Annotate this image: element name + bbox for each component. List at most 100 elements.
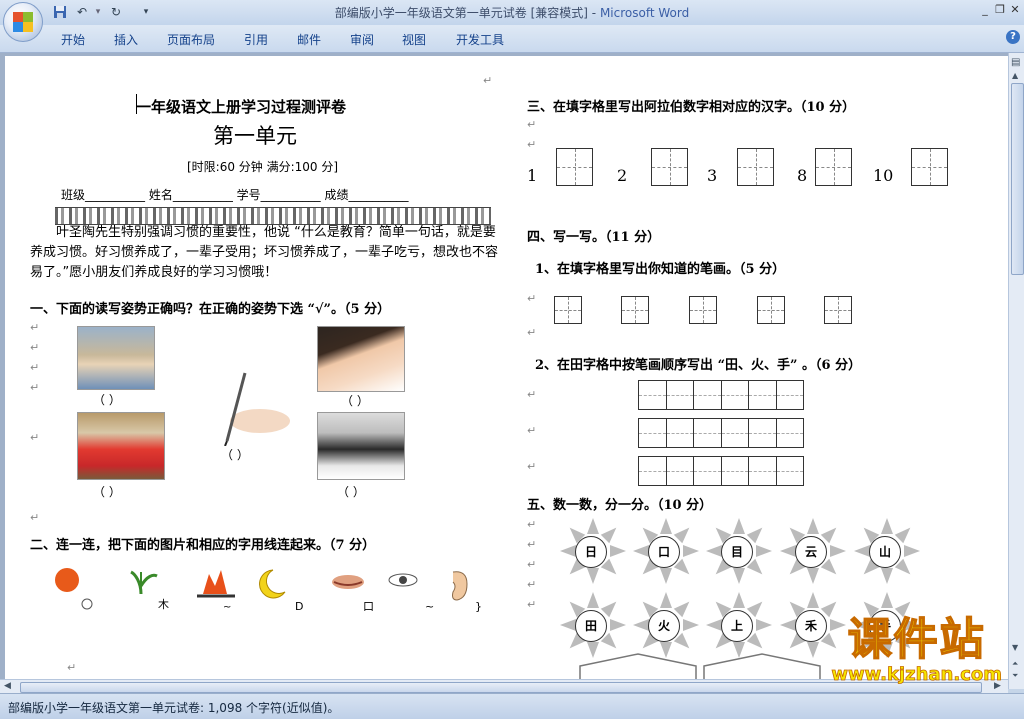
previous-page-icon[interactable]: ⏶ [1012, 659, 1018, 669]
answer-paren-1: （ ） [93, 393, 121, 407]
sun-ray [733, 592, 745, 608]
number-3: 3 [707, 166, 718, 185]
scroll-down-icon[interactable]: ▼ [1012, 643, 1018, 652]
watermark-logo: 课件站 www.kjzhan.com [831, 615, 1002, 686]
writing-box-5[interactable] [911, 148, 948, 186]
sun-ray [660, 518, 672, 534]
document-area: 一年级语文上册学习过程测评卷 第一单元 [时限:60 分钟 满分:100 分] … [0, 53, 1008, 679]
svg-text:~: ~ [425, 600, 434, 613]
tab-page-layout[interactable]: 页面布局 [167, 31, 215, 48]
paragraph-mark: ↵ [527, 424, 537, 437]
sun-ray [756, 619, 772, 631]
sun-ray [881, 592, 893, 608]
paragraph-mark: ↵ [527, 138, 537, 151]
sun-ray [560, 619, 576, 631]
tab-home[interactable]: 开始 [61, 31, 85, 48]
tab-view[interactable]: 视图 [402, 31, 426, 48]
sun-char-label: 火 [648, 610, 680, 642]
app-name: Microsoft Word [599, 6, 690, 20]
tab-references[interactable]: 引用 [244, 31, 268, 48]
sun-ray [673, 597, 694, 618]
sun-char-label: 禾 [795, 610, 827, 642]
tab-review[interactable]: 审阅 [350, 31, 374, 48]
paragraph-mark: ↵ [30, 511, 40, 524]
sun-char-1: 日 [557, 518, 626, 584]
question-3: 三、在填字格里写出阿拉伯数字相对应的汉字。（10 分） [527, 100, 856, 115]
posture-photo-1 [77, 326, 155, 390]
sun-ray [881, 568, 893, 584]
grid-row-huo[interactable] [638, 418, 804, 448]
student-info-line: 班级__________ 姓名__________ 学号__________ 成… [61, 188, 409, 202]
grid-row-shou[interactable] [638, 456, 804, 486]
category-box-1 [578, 652, 698, 679]
paragraph-mark: ↵ [527, 578, 537, 591]
sun-char-label: 田 [575, 610, 607, 642]
sun-ray [610, 545, 626, 557]
sun-char-7: 火 [630, 592, 699, 658]
svg-text:木: 木 [158, 598, 169, 611]
sun-ray [587, 568, 599, 584]
close-icon[interactable]: ✕ [1006, 2, 1024, 18]
office-button[interactable] [3, 2, 43, 42]
sun-ray [780, 545, 796, 557]
sun-ray [673, 523, 694, 544]
sun-ray [683, 545, 699, 557]
window-title: 部编版小学一年级语文第一单元试卷 [兼容模式] - Microsoft Word [334, 6, 690, 20]
paragraph-mark: ↵ [67, 661, 77, 674]
sun-ray [756, 545, 772, 557]
stroke-box-2[interactable] [621, 296, 649, 324]
paragraph-mark: ↵ [527, 598, 537, 611]
tab-developer[interactable]: 开发工具 [456, 31, 504, 48]
scroll-thumb[interactable] [1011, 83, 1024, 275]
stroke-box-3[interactable] [689, 296, 717, 324]
grid-row-tian[interactable] [638, 380, 804, 410]
stroke-box-4[interactable] [757, 296, 785, 324]
sun-ray [894, 558, 915, 579]
paragraph-mark: ↵ [483, 74, 493, 87]
sun-ray [830, 545, 846, 557]
paragraph-mark: ↵ [30, 341, 40, 354]
status-bar: 部编版小学一年级语文第一单元试卷: 1,098 个字符(近似值)。 [0, 693, 1024, 719]
sun-ray [780, 619, 796, 631]
writing-box-4[interactable] [815, 148, 852, 186]
ruler-toggle-icon[interactable]: ▤ [1011, 57, 1020, 68]
next-page-icon[interactable]: ⏷ [1012, 671, 1018, 681]
document-page[interactable]: 一年级语文上册学习过程测评卷 第一单元 [时限:60 分钟 满分:100 分] … [5, 56, 1008, 679]
posture-photo-3 [77, 412, 165, 480]
doc-title: 一年级语文上册学习过程测评卷 [136, 98, 347, 116]
sun-char-8: 上 [703, 592, 772, 658]
writing-box-3[interactable] [737, 148, 774, 186]
tab-insert[interactable]: 插入 [114, 31, 138, 48]
question-2: 二、连一连，把下面的图片和相应的字用线连起来。（7 分） [30, 538, 376, 553]
writing-box-2[interactable] [651, 148, 688, 186]
sun-char-2: 口 [630, 518, 699, 584]
scroll-left-icon[interactable]: ◀ [4, 681, 11, 691]
paragraph-mark: ↵ [527, 292, 537, 305]
tab-mailings[interactable]: 邮件 [297, 31, 321, 48]
question-5: 五、数一数，分一分。（10 分） [527, 498, 713, 513]
sun-ray [746, 523, 767, 544]
stroke-box-1[interactable] [554, 296, 582, 324]
sun-char-label: 云 [795, 536, 827, 568]
sun-char-label: 山 [869, 536, 901, 568]
sun-ray [706, 619, 722, 631]
sun-ray [733, 518, 745, 534]
scroll-up-icon[interactable]: ▲ [1012, 71, 1018, 80]
paragraph-mark: ↵ [527, 538, 537, 551]
sun-ray [600, 632, 621, 653]
vertical-scrollbar[interactable]: ▤ ▲ ▼ ⏶ ⏷ [1008, 53, 1024, 689]
number-1: 1 [527, 166, 538, 185]
sun-char-label: 日 [575, 536, 607, 568]
stroke-box-5[interactable] [824, 296, 852, 324]
question-4: 四、写一写。（11 分） [527, 230, 661, 245]
sun-ray [746, 558, 767, 579]
sun-ray [600, 597, 621, 618]
number-2: 2 [617, 166, 628, 185]
writing-box-1[interactable] [556, 148, 593, 186]
help-icon[interactable]: ? [1006, 30, 1020, 44]
exam-limits: [时限:60 分钟 满分:100 分] [187, 160, 339, 174]
watermark-url: www.kjzhan.com [831, 664, 1002, 686]
ribbon-tabs: 开始 插入 页面布局 引用 邮件 审阅 视图 开发工具 ? [0, 25, 1024, 53]
paragraph-mark: ↵ [30, 361, 40, 374]
word-count-status[interactable]: 部编版小学一年级语文第一单元试卷: 1,098 个字符(近似值)。 [8, 699, 339, 716]
